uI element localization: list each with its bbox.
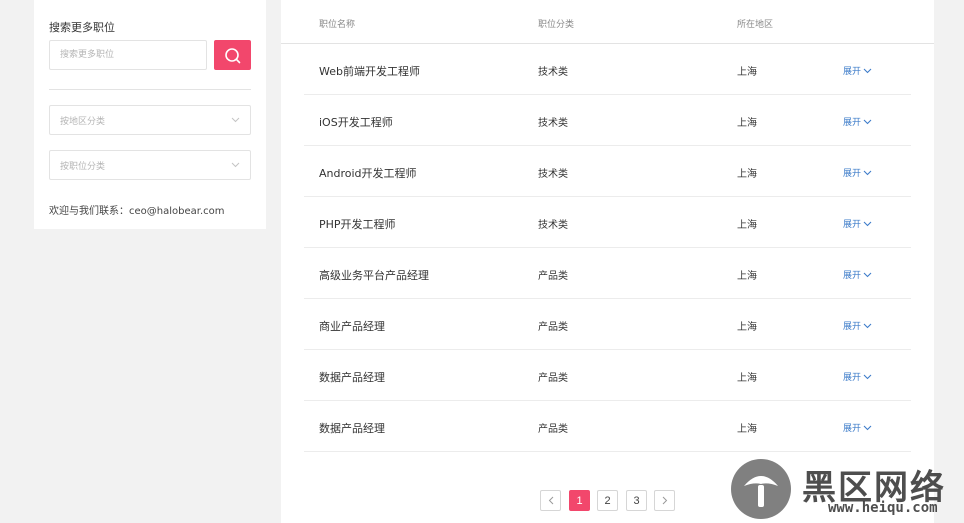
job-category: 产品类 [538,322,568,333]
expand-button[interactable]: 展开 [843,64,872,77]
chevron-down-icon [863,323,872,328]
job-location: 上海 [737,220,757,231]
chevron-down-icon [863,425,872,430]
expand-label: 展开 [843,322,862,332]
header-job-location: 所在地区 [737,20,774,30]
table-row: iOS开发工程师 技术类 上海 展开 [304,95,911,146]
category-filter-label: 按职位分类 [60,161,106,172]
watermark-logo-icon [731,459,791,519]
expand-label: 展开 [843,169,862,179]
region-filter-select[interactable]: 按地区分类 [49,105,251,135]
job-title: 高级业务平台产品经理 [319,269,429,282]
sidebar-title: 搜索更多职位 [49,21,115,34]
search-icon [225,47,241,63]
job-title: iOS开发工程师 [319,116,393,129]
table-row: Android开发工程师 技术类 上海 展开 [304,146,911,197]
header-job-category: 职位分类 [538,20,575,30]
region-filter-label: 按地区分类 [60,116,106,127]
expand-button[interactable]: 展开 [843,370,872,383]
job-location: 上海 [737,169,757,180]
job-category: 技术类 [538,169,568,180]
job-title: Android开发工程师 [319,167,417,180]
search-button[interactable] [214,40,251,70]
job-location: 上海 [737,67,757,78]
page-1-button[interactable]: 1 [569,490,590,511]
table-row: PHP开发工程师 技术类 上海 展开 [304,197,911,248]
expand-label: 展开 [843,424,862,434]
page-3-button[interactable]: 3 [626,490,647,511]
job-location: 上海 [737,271,757,282]
expand-button[interactable]: 展开 [843,319,872,332]
next-page-button[interactable] [654,490,675,511]
table-row: 数据产品经理 产品类 上海 展开 [304,401,911,452]
contact-text: 欢迎与我们联系：ceo@halobear.com [49,206,225,217]
chevron-down-icon [863,119,872,124]
job-location: 上海 [737,322,757,333]
job-category: 产品类 [538,271,568,282]
expand-button[interactable]: 展开 [843,166,872,179]
chevron-down-icon [863,272,872,277]
table-row: 数据产品经理 产品类 上海 展开 [304,350,911,401]
table-row: 高级业务平台产品经理 产品类 上海 展开 [304,248,911,299]
job-title: Web前端开发工程师 [319,65,420,78]
expand-label: 展开 [843,67,862,77]
page-2-button[interactable]: 2 [597,490,618,511]
watermark: 黑区网络 www.heiqu.com [730,458,960,520]
chevron-right-icon [662,496,667,505]
expand-label: 展开 [843,373,862,383]
job-list-panel: 职位名称 职位分类 所在地区 Web前端开发工程师 技术类 上海 展开 iOS开发工程师… [281,0,934,523]
table-header: 职位名称 职位分类 所在地区 [281,0,934,44]
expand-label: 展开 [843,271,862,281]
chevron-down-icon [863,221,872,226]
sidebar-divider [49,89,251,90]
job-title: 数据产品经理 [319,422,385,435]
job-location: 上海 [737,118,757,129]
table-row: 商业产品经理 产品类 上海 展开 [304,299,911,350]
expand-label: 展开 [843,118,862,128]
job-search-sidebar: 搜索更多职位 按地区分类 按职位分类 欢迎与我们联系：ceo@halobear.… [34,0,266,229]
table-row: Web前端开发工程师 技术类 上海 展开 [304,44,911,95]
chevron-down-icon [863,170,872,175]
expand-button[interactable]: 展开 [843,217,872,230]
job-category: 产品类 [538,373,568,384]
chevron-down-icon [863,68,872,73]
chevron-down-icon [231,117,240,123]
job-title: PHP开发工程师 [319,218,396,231]
job-location: 上海 [737,373,757,384]
job-search-input[interactable] [49,40,207,70]
expand-button[interactable]: 展开 [843,268,872,281]
job-category: 技术类 [538,67,568,78]
job-title: 数据产品经理 [319,371,385,384]
prev-page-button[interactable] [540,490,561,511]
chevron-left-icon [548,496,553,505]
watermark-url: www.heiqu.com [828,500,938,516]
chevron-down-icon [863,374,872,379]
chevron-down-icon [231,162,240,168]
category-filter-select[interactable]: 按职位分类 [49,150,251,180]
header-job-title: 职位名称 [319,20,356,30]
expand-label: 展开 [843,220,862,230]
job-category: 技术类 [538,118,568,129]
expand-button[interactable]: 展开 [843,421,872,434]
job-location: 上海 [737,424,757,435]
job-category: 技术类 [538,220,568,231]
expand-button[interactable]: 展开 [843,115,872,128]
job-title: 商业产品经理 [319,320,385,333]
job-category: 产品类 [538,424,568,435]
